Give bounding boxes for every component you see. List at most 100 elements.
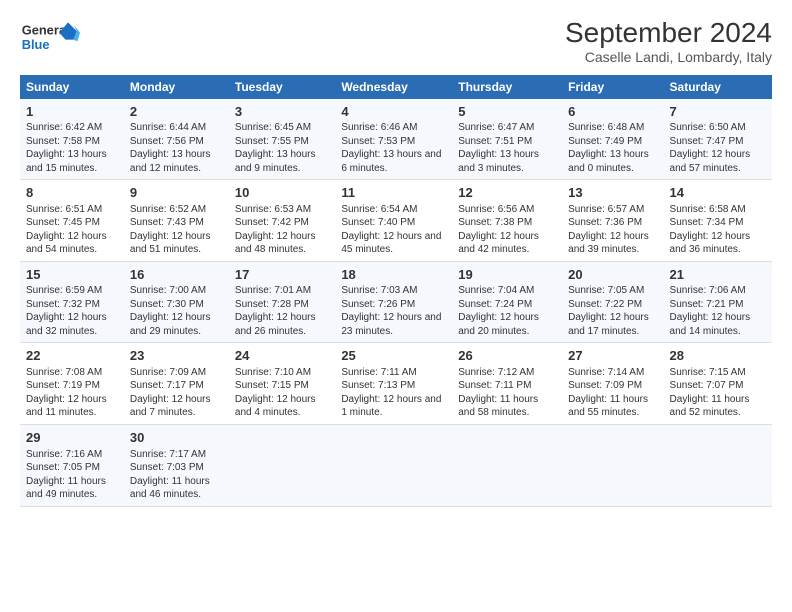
day-info: Sunrise: 6:57 AMSunset: 7:36 PMDaylight:…: [568, 204, 649, 256]
week-row: 1 Sunrise: 6:42 AMSunset: 7:58 PMDayligh…: [20, 99, 772, 180]
day-info: Sunrise: 6:56 AMSunset: 7:38 PMDaylight:…: [458, 204, 539, 256]
calendar-cell: 28 Sunrise: 7:15 AMSunset: 7:07 PMDaylig…: [664, 343, 772, 425]
day-info: Sunrise: 7:15 AMSunset: 7:07 PMDaylight:…: [670, 367, 750, 419]
col-tuesday: Tuesday: [229, 75, 335, 99]
day-number: 23: [130, 347, 223, 365]
calendar-cell: 26 Sunrise: 7:12 AMSunset: 7:11 PMDaylig…: [452, 343, 562, 425]
calendar-cell: 23 Sunrise: 7:09 AMSunset: 7:17 PMDaylig…: [124, 343, 229, 425]
day-number: 14: [670, 184, 766, 202]
calendar-cell: 21 Sunrise: 7:06 AMSunset: 7:21 PMDaylig…: [664, 261, 772, 343]
day-number: 6: [568, 103, 657, 121]
day-info: Sunrise: 6:53 AMSunset: 7:42 PMDaylight:…: [235, 204, 316, 256]
calendar-cell: 8 Sunrise: 6:51 AMSunset: 7:45 PMDayligh…: [20, 180, 124, 262]
day-number: 24: [235, 347, 329, 365]
col-wednesday: Wednesday: [335, 75, 452, 99]
day-info: Sunrise: 7:11 AMSunset: 7:13 PMDaylight:…: [341, 367, 441, 419]
day-number: 1: [26, 103, 118, 121]
day-info: Sunrise: 7:10 AMSunset: 7:15 PMDaylight:…: [235, 367, 316, 419]
col-sunday: Sunday: [20, 75, 124, 99]
calendar-cell: 30 Sunrise: 7:17 AMSunset: 7:03 PMDaylig…: [124, 424, 229, 506]
calendar-cell: 10 Sunrise: 6:53 AMSunset: 7:42 PMDaylig…: [229, 180, 335, 262]
week-row: 22 Sunrise: 7:08 AMSunset: 7:19 PMDaylig…: [20, 343, 772, 425]
logo-svg: General Blue: [20, 18, 80, 56]
day-info: Sunrise: 6:45 AMSunset: 7:55 PMDaylight:…: [235, 122, 316, 174]
calendar-cell: 29 Sunrise: 7:16 AMSunset: 7:05 PMDaylig…: [20, 424, 124, 506]
day-number: 9: [130, 184, 223, 202]
day-number: 20: [568, 266, 657, 284]
calendar-cell: 22 Sunrise: 7:08 AMSunset: 7:19 PMDaylig…: [20, 343, 124, 425]
week-row: 15 Sunrise: 6:59 AMSunset: 7:32 PMDaylig…: [20, 261, 772, 343]
calendar-cell: [335, 424, 452, 506]
calendar-cell: 3 Sunrise: 6:45 AMSunset: 7:55 PMDayligh…: [229, 99, 335, 180]
calendar-cell: 5 Sunrise: 6:47 AMSunset: 7:51 PMDayligh…: [452, 99, 562, 180]
calendar-cell: 17 Sunrise: 7:01 AMSunset: 7:28 PMDaylig…: [229, 261, 335, 343]
calendar-cell: 15 Sunrise: 6:59 AMSunset: 7:32 PMDaylig…: [20, 261, 124, 343]
title-block: September 2024 Caselle Landi, Lombardy, …: [565, 18, 772, 65]
day-number: 13: [568, 184, 657, 202]
day-number: 30: [130, 429, 223, 447]
day-number: 11: [341, 184, 446, 202]
day-info: Sunrise: 7:14 AMSunset: 7:09 PMDaylight:…: [568, 367, 648, 419]
header-row: Sunday Monday Tuesday Wednesday Thursday…: [20, 75, 772, 99]
day-number: 22: [26, 347, 118, 365]
day-number: 17: [235, 266, 329, 284]
day-info: Sunrise: 6:59 AMSunset: 7:32 PMDaylight:…: [26, 285, 107, 337]
col-saturday: Saturday: [664, 75, 772, 99]
calendar-cell: 1 Sunrise: 6:42 AMSunset: 7:58 PMDayligh…: [20, 99, 124, 180]
day-info: Sunrise: 7:04 AMSunset: 7:24 PMDaylight:…: [458, 285, 539, 337]
day-number: 5: [458, 103, 556, 121]
day-info: Sunrise: 6:58 AMSunset: 7:34 PMDaylight:…: [670, 204, 751, 256]
calendar-cell: 20 Sunrise: 7:05 AMSunset: 7:22 PMDaylig…: [562, 261, 663, 343]
day-info: Sunrise: 7:06 AMSunset: 7:21 PMDaylight:…: [670, 285, 751, 337]
calendar-cell: 9 Sunrise: 6:52 AMSunset: 7:43 PMDayligh…: [124, 180, 229, 262]
day-info: Sunrise: 7:16 AMSunset: 7:05 PMDaylight:…: [26, 449, 106, 501]
calendar-cell: 2 Sunrise: 6:44 AMSunset: 7:56 PMDayligh…: [124, 99, 229, 180]
day-number: 27: [568, 347, 657, 365]
day-info: Sunrise: 6:47 AMSunset: 7:51 PMDaylight:…: [458, 122, 539, 174]
calendar-cell: 7 Sunrise: 6:50 AMSunset: 7:47 PMDayligh…: [664, 99, 772, 180]
calendar-cell: 4 Sunrise: 6:46 AMSunset: 7:53 PMDayligh…: [335, 99, 452, 180]
day-number: 25: [341, 347, 446, 365]
calendar-cell: 6 Sunrise: 6:48 AMSunset: 7:49 PMDayligh…: [562, 99, 663, 180]
day-info: Sunrise: 7:08 AMSunset: 7:19 PMDaylight:…: [26, 367, 107, 419]
col-thursday: Thursday: [452, 75, 562, 99]
week-row: 29 Sunrise: 7:16 AMSunset: 7:05 PMDaylig…: [20, 424, 772, 506]
calendar-cell: 12 Sunrise: 6:56 AMSunset: 7:38 PMDaylig…: [452, 180, 562, 262]
day-info: Sunrise: 6:51 AMSunset: 7:45 PMDaylight:…: [26, 204, 107, 256]
col-friday: Friday: [562, 75, 663, 99]
week-row: 8 Sunrise: 6:51 AMSunset: 7:45 PMDayligh…: [20, 180, 772, 262]
day-info: Sunrise: 6:50 AMSunset: 7:47 PMDaylight:…: [670, 122, 751, 174]
day-number: 15: [26, 266, 118, 284]
header: General Blue September 2024 Caselle Land…: [20, 18, 772, 65]
calendar-cell: [562, 424, 663, 506]
day-number: 12: [458, 184, 556, 202]
day-number: 28: [670, 347, 766, 365]
day-number: 2: [130, 103, 223, 121]
calendar-table: Sunday Monday Tuesday Wednesday Thursday…: [20, 75, 772, 507]
calendar-cell: 25 Sunrise: 7:11 AMSunset: 7:13 PMDaylig…: [335, 343, 452, 425]
calendar-cell: 18 Sunrise: 7:03 AMSunset: 7:26 PMDaylig…: [335, 261, 452, 343]
day-number: 21: [670, 266, 766, 284]
day-number: 8: [26, 184, 118, 202]
calendar-cell: 27 Sunrise: 7:14 AMSunset: 7:09 PMDaylig…: [562, 343, 663, 425]
day-info: Sunrise: 7:00 AMSunset: 7:30 PMDaylight:…: [130, 285, 211, 337]
calendar-cell: 13 Sunrise: 6:57 AMSunset: 7:36 PMDaylig…: [562, 180, 663, 262]
calendar-cell: [229, 424, 335, 506]
day-info: Sunrise: 6:44 AMSunset: 7:56 PMDaylight:…: [130, 122, 211, 174]
day-info: Sunrise: 6:48 AMSunset: 7:49 PMDaylight:…: [568, 122, 649, 174]
day-number: 4: [341, 103, 446, 121]
day-number: 19: [458, 266, 556, 284]
calendar-cell: 14 Sunrise: 6:58 AMSunset: 7:34 PMDaylig…: [664, 180, 772, 262]
day-info: Sunrise: 7:01 AMSunset: 7:28 PMDaylight:…: [235, 285, 316, 337]
calendar-cell: 24 Sunrise: 7:10 AMSunset: 7:15 PMDaylig…: [229, 343, 335, 425]
svg-text:Blue: Blue: [22, 37, 50, 52]
day-info: Sunrise: 7:09 AMSunset: 7:17 PMDaylight:…: [130, 367, 211, 419]
day-info: Sunrise: 6:46 AMSunset: 7:53 PMDaylight:…: [341, 122, 441, 174]
day-info: Sunrise: 6:42 AMSunset: 7:58 PMDaylight:…: [26, 122, 107, 174]
calendar-cell: [452, 424, 562, 506]
main-title: September 2024: [565, 18, 772, 49]
day-number: 7: [670, 103, 766, 121]
calendar-cell: 11 Sunrise: 6:54 AMSunset: 7:40 PMDaylig…: [335, 180, 452, 262]
subtitle: Caselle Landi, Lombardy, Italy: [565, 49, 772, 65]
day-number: 18: [341, 266, 446, 284]
